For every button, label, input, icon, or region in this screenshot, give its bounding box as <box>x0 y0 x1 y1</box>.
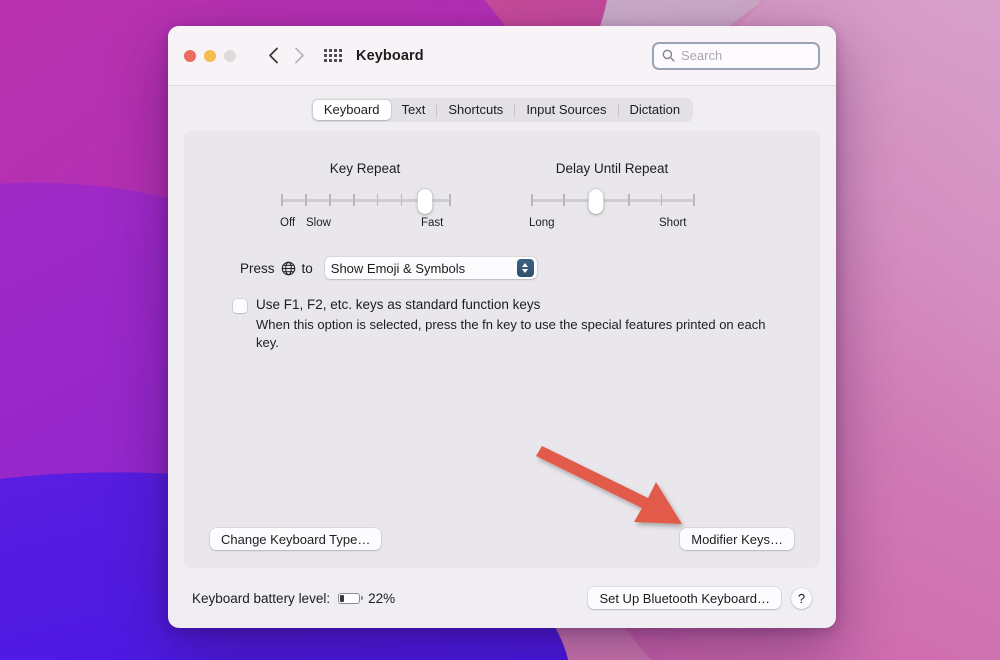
tab-dictation[interactable]: Dictation <box>619 100 692 120</box>
delay-track <box>531 199 693 202</box>
keyboard-battery-level: Keyboard battery level: 22% <box>192 591 395 606</box>
zoom-button[interactable] <box>224 49 236 62</box>
press-prefix-label: Press <box>240 260 275 276</box>
show-all-grid-icon[interactable] <box>324 49 342 62</box>
tab-text[interactable]: Text <box>391 100 437 120</box>
key-repeat-slider-group: Key Repeat Off Slow Fast <box>280 161 451 233</box>
press-suffix-label: to <box>301 260 313 276</box>
delay-min-label: Long <box>529 217 555 229</box>
slider-tick <box>449 194 451 206</box>
key-repeat-slider-thumb[interactable] <box>417 189 433 214</box>
sliders-row: Key Repeat Off Slow Fast Delay Until Rep… <box>184 131 820 233</box>
tab-shortcuts[interactable]: Shortcuts <box>437 100 514 120</box>
delay-until-repeat-title: Delay Until Repeat <box>555 161 669 176</box>
function-keys-label[interactable]: Use F1, F2, etc. keys as standard functi… <box>256 297 776 312</box>
keyboard-settings-panel: Key Repeat Off Slow Fast Delay Until Rep… <box>184 131 820 568</box>
tab-input-sources[interactable]: Input Sources <box>515 100 617 120</box>
key-repeat-slider[interactable] <box>281 189 451 214</box>
globe-action-selected-value: Show Emoji & Symbols <box>330 260 466 276</box>
battery-icon <box>338 592 364 604</box>
slider-tick <box>400 194 403 206</box>
delay-until-repeat-slider-group: Delay Until Repeat Long Short <box>529 161 695 233</box>
function-keys-checkbox[interactable] <box>233 299 247 313</box>
close-button[interactable] <box>184 49 196 62</box>
change-keyboard-type-button[interactable]: Change Keyboard Type… <box>210 528 382 550</box>
window-footer: Keyboard battery level: 22% Set Up Bluet… <box>168 568 836 628</box>
slider-tick <box>305 194 307 206</box>
key-repeat-max-label: Fast <box>421 217 444 229</box>
traffic-light-group <box>184 49 236 62</box>
battery-level-label: Keyboard battery level: <box>192 590 331 606</box>
delay-max-label: Short <box>659 217 687 229</box>
slider-tick <box>563 194 565 206</box>
system-preferences-window: Keyboard Keyboard Text Shortcuts Input S… <box>168 26 836 628</box>
page-title: Keyboard <box>356 47 424 64</box>
slider-tick <box>329 194 331 206</box>
chevron-up-icon <box>522 263 529 267</box>
search-input[interactable] <box>681 48 810 63</box>
function-keys-texts: Use F1, F2, etc. keys as standard functi… <box>256 297 776 351</box>
desktop-background: Keyboard Keyboard Text Shortcuts Input S… <box>0 0 1000 660</box>
function-keys-block: Use F1, F2, etc. keys as standard functi… <box>233 297 820 351</box>
tabbar: Keyboard Text Shortcuts Input Sources Di… <box>310 98 694 122</box>
globe-action-popup-button[interactable]: Show Emoji & Symbols <box>324 257 537 279</box>
key-repeat-labels: Off Slow Fast <box>280 217 449 233</box>
slider-tick <box>353 194 355 206</box>
battery-percent: 22% <box>368 590 396 606</box>
slider-tick <box>660 194 663 206</box>
help-button[interactable]: ? <box>791 587 812 609</box>
tabbar-container: Keyboard Text Shortcuts Input Sources Di… <box>168 86 836 131</box>
up-down-chevron-icon[interactable] <box>516 259 534 277</box>
delay-until-repeat-slider[interactable] <box>531 189 695 214</box>
forward-button[interactable] <box>286 43 312 69</box>
slider-tick <box>628 194 630 206</box>
slider-tick <box>281 194 283 206</box>
function-keys-help-text: When this option is selected, press the … <box>256 317 766 350</box>
globe-icon <box>281 261 296 276</box>
slider-tick <box>376 194 379 206</box>
search-field[interactable] <box>652 41 820 70</box>
set-up-bluetooth-keyboard-button[interactable]: Set Up Bluetooth Keyboard… <box>588 587 781 609</box>
tab-keyboard[interactable]: Keyboard <box>312 100 391 120</box>
back-button[interactable] <box>260 43 286 69</box>
delay-slider-thumb[interactable] <box>588 189 604 214</box>
modifier-keys-button[interactable]: Modifier Keys… <box>680 528 794 550</box>
minimize-button[interactable] <box>204 49 216 62</box>
delay-labels: Long Short <box>529 217 693 233</box>
search-icon <box>662 49 675 62</box>
chevron-down-icon <box>522 269 529 273</box>
press-globe-row: Press to Show Emoji & Symbols <box>240 257 820 279</box>
key-repeat-min-label: Off <box>280 217 296 229</box>
footer-actions: Set Up Bluetooth Keyboard… ? <box>588 587 812 609</box>
slider-tick <box>531 194 533 206</box>
slider-tick <box>693 194 695 206</box>
key-repeat-slow-label: Slow <box>306 217 331 229</box>
key-repeat-title: Key Repeat <box>329 161 401 176</box>
window-titlebar: Keyboard <box>168 26 836 86</box>
